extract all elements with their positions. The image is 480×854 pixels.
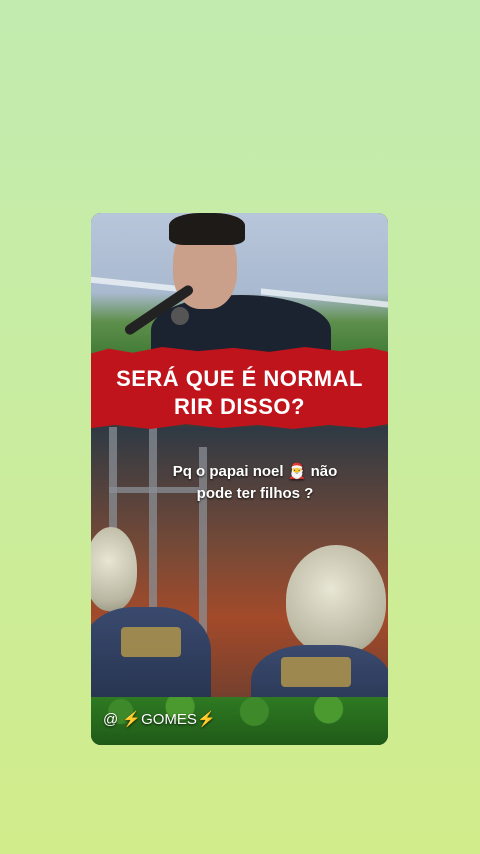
- speaker-hair: [169, 213, 245, 245]
- alien-left-head: [91, 527, 137, 611]
- speaker-photo: [91, 213, 388, 365]
- creator-name: GOMES: [141, 711, 197, 728]
- lightning-icon-trailing: ⚡: [196, 711, 216, 728]
- alien-right-head: [286, 545, 386, 655]
- title-line-1: SERÁ QUE É NORMAL: [116, 366, 363, 391]
- lightning-icon: ⚡: [122, 711, 142, 728]
- title-line-2: RIR DISSO?: [174, 394, 305, 419]
- at-sign: @: [103, 711, 119, 728]
- joke-caption: Pq o papai noel 🎅 não pode ter filhos ?: [155, 461, 355, 505]
- video-title: SERÁ QUE É NORMAL RIR DISSO?: [91, 365, 388, 421]
- microphone-icon: [171, 307, 189, 325]
- video-card[interactable]: SERÁ QUE É NORMAL RIR DISSO? Pq o papai …: [91, 213, 388, 745]
- caption-text-start: Pq o papai noel: [172, 463, 284, 480]
- santa-emoji-icon: 🎅: [287, 463, 307, 480]
- creator-watermark: @ ⚡GOMES⚡: [103, 710, 216, 728]
